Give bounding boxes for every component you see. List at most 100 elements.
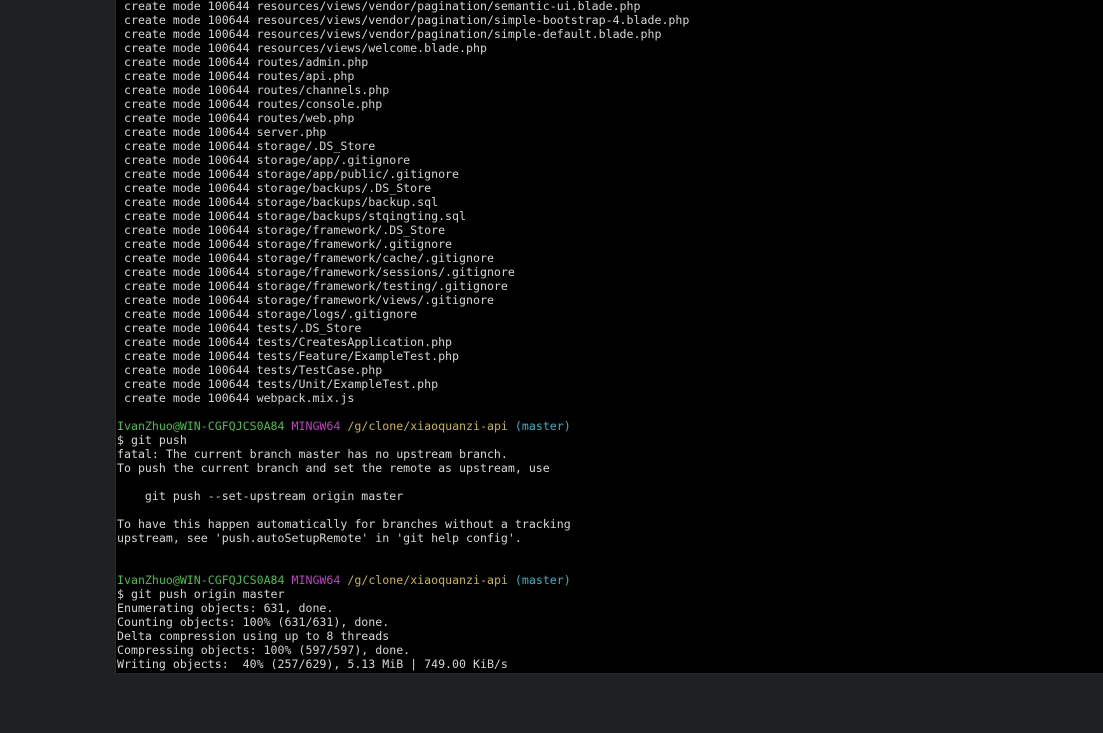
terminal-line: create mode 100644 tests/CreatesApplicat… [117,335,1097,349]
terminal-line: create mode 100644 tests/.DS_Store [117,321,1097,335]
output-text: create mode 100644 resources/views/vendo… [117,27,662,41]
output-text: Compressing objects: 100% (597/597), don… [117,643,411,657]
output-text: Delta compression using up to 8 threads [117,629,390,643]
prompt-shell: MINGW64 [291,419,341,433]
terminal-line: IvanZhuo@WIN-CGFQJCS0A84 MINGW64 /g/clon… [117,419,1097,433]
output-text: $ git push [117,433,187,447]
prompt-user-host: IvanZhuo@WIN-CGFQJCS0A84 [117,573,285,587]
output-text: create mode 100644 tests/.DS_Store [117,321,362,335]
prompt-branch: (master) [514,419,571,433]
output-text: create mode 100644 storage/backups/.DS_S… [117,181,432,195]
output-text: create mode 100644 resources/views/vendo… [117,13,690,27]
terminal-line: create mode 100644 tests/TestCase.php [117,363,1097,377]
prompt-shell: MINGW64 [291,573,341,587]
terminal-line: create mode 100644 storage/framework/.gi… [117,237,1097,251]
output-text: git push --set-upstream origin master [117,489,404,503]
output-text: create mode 100644 storage/framework/.gi… [117,237,453,251]
terminal-line: fatal: The current branch master has no … [117,447,1097,461]
terminal-line: create mode 100644 storage/framework/tes… [117,279,1097,293]
output-text: To push the current branch and set the r… [117,461,550,475]
terminal-line: $ git push origin master [117,587,1097,601]
output-text: fatal: The current branch master has no … [117,447,508,461]
output-text: create mode 100644 storage/app/.gitignor… [117,153,411,167]
terminal-line: create mode 100644 storage/backups/backu… [117,195,1097,209]
terminal-window[interactable]: create mode 100644 resources/views/vendo… [115,0,1103,674]
terminal-line: create mode 100644 resources/views/vendo… [117,0,1097,13]
terminal-line: Compressing objects: 100% (597/597), don… [117,643,1097,657]
terminal-line: create mode 100644 routes/api.php [117,69,1097,83]
terminal-line: create mode 100644 tests/Feature/Example… [117,349,1097,363]
output-text: create mode 100644 routes/channels.php [117,83,390,97]
output-text: create mode 100644 routes/api.php [117,69,355,83]
output-text: create mode 100644 resources/views/welco… [117,41,487,55]
output-text: create mode 100644 storage/framework/tes… [117,279,508,293]
terminal-line: create mode 100644 storage/backups/stqin… [117,209,1097,223]
output-text: upstream, see 'push.autoSetupRemote' in … [117,531,522,545]
output-text: create mode 100644 tests/Unit/ExampleTes… [117,377,439,391]
prompt-user-host: IvanZhuo@WIN-CGFQJCS0A84 [117,419,285,433]
output-text: Counting objects: 100% (631/631), done. [117,615,390,629]
desktop-background: create mode 100644 resources/views/vendo… [0,0,1103,733]
terminal-line: create mode 100644 server.php [117,125,1097,139]
terminal-line: $ git push [117,433,1097,447]
terminal-line: IvanZhuo@WIN-CGFQJCS0A84 MINGW64 /g/clon… [117,573,1097,587]
terminal-line: create mode 100644 storage/framework/vie… [117,293,1097,307]
output-text: create mode 100644 tests/CreatesApplicat… [117,335,453,349]
terminal-line: create mode 100644 resources/views/vendo… [117,13,1097,27]
output-text: create mode 100644 storage/framework/.DS… [117,223,446,237]
output-text: create mode 100644 storage/.DS_Store [117,139,376,153]
terminal-line: create mode 100644 tests/Unit/ExampleTes… [117,377,1097,391]
output-text: create mode 100644 tests/TestCase.php [117,363,383,377]
terminal-line: create mode 100644 storage/framework/ses… [117,265,1097,279]
output-text: create mode 100644 routes/web.php [117,111,355,125]
prompt-path: /g/clone/xiaoquanzi-api [347,573,508,587]
terminal-line: Delta compression using up to 8 threads [117,629,1097,643]
output-text: create mode 100644 routes/console.php [117,97,383,111]
terminal-line: create mode 100644 storage/.DS_Store [117,139,1097,153]
output-text: create mode 100644 storage/app/public/.g… [117,167,460,181]
terminal-line: create mode 100644 webpack.mix.js [117,391,1097,405]
terminal-line: create mode 100644 storage/framework/cac… [117,251,1097,265]
output-text: create mode 100644 storage/logs/.gitigno… [117,307,418,321]
terminal-line: create mode 100644 resources/views/vendo… [117,27,1097,41]
terminal-line: create mode 100644 storage/backups/.DS_S… [117,181,1097,195]
terminal-line: Writing objects: 40% (257/629), 5.13 MiB… [117,657,1097,671]
terminal-line: To have this happen automatically for br… [117,517,1097,531]
output-text: create mode 100644 resources/views/vendo… [117,0,641,13]
terminal-line: To push the current branch and set the r… [117,461,1097,475]
output-text: create mode 100644 webpack.mix.js [117,391,355,405]
output-text: create mode 100644 routes/admin.php [117,55,369,69]
terminal-line: create mode 100644 storage/logs/.gitigno… [117,307,1097,321]
terminal-line: create mode 100644 storage/app/.gitignor… [117,153,1097,167]
terminal-line: create mode 100644 routes/console.php [117,97,1097,111]
terminal-line: create mode 100644 routes/admin.php [117,55,1097,69]
terminal-line: git push --set-upstream origin master [117,489,1097,503]
output-text: create mode 100644 tests/Feature/Example… [117,349,460,363]
terminal-output[interactable]: create mode 100644 resources/views/vendo… [117,0,1097,671]
output-text: create mode 100644 storage/framework/ses… [117,265,515,279]
terminal-line: Enumerating objects: 631, done. [117,601,1097,615]
output-text: create mode 100644 storage/framework/vie… [117,293,494,307]
prompt-branch: (master) [514,573,571,587]
output-text: Writing objects: 40% (257/629), 5.13 MiB… [117,657,508,671]
output-text: $ git push origin master [117,587,285,601]
prompt-path: /g/clone/xiaoquanzi-api [347,419,508,433]
output-text: create mode 100644 storage/backups/stqin… [117,209,467,223]
terminal-line: create mode 100644 routes/web.php [117,111,1097,125]
output-text: create mode 100644 storage/framework/cac… [117,251,494,265]
terminal-line: create mode 100644 storage/app/public/.g… [117,167,1097,181]
output-text: Enumerating objects: 631, done. [117,601,334,615]
output-text: To have this happen automatically for br… [117,517,571,531]
terminal-line: create mode 100644 routes/channels.php [117,83,1097,97]
output-text: create mode 100644 storage/backups/backu… [117,195,439,209]
terminal-line: Counting objects: 100% (631/631), done. [117,615,1097,629]
terminal-line: create mode 100644 storage/framework/.DS… [117,223,1097,237]
